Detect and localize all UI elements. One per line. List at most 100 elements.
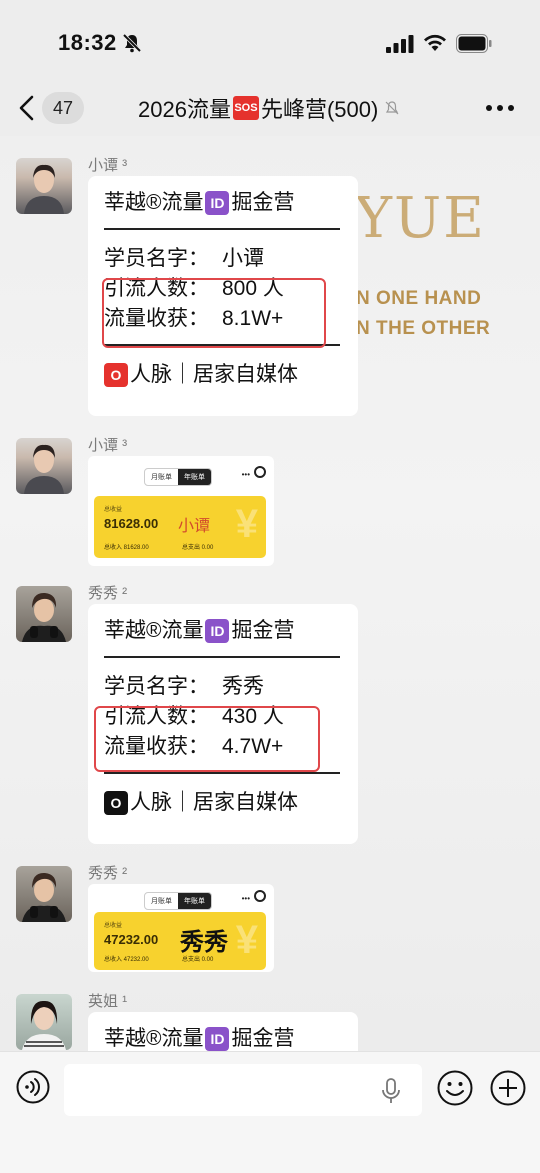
id-emoji-icon: ID [205, 191, 230, 216]
highlight-box [102, 278, 326, 348]
group-title-suffix: 先峰营(500) [260, 97, 379, 122]
image-tabs: 月账单 年账单 [144, 468, 212, 486]
image-tab-active: 年账单 [178, 893, 211, 909]
name-label: 学员名字： [104, 675, 209, 698]
header-text: 莘越®流量 [104, 1027, 204, 1050]
person-avatar-icon [24, 444, 64, 494]
bubble-header: 莘越®流量 ID 掘金营 [104, 1024, 342, 1051]
earnings-card: 总收益 81628.00 小谭 总收入 81628.00 总支出 0.00 ¥ [94, 496, 266, 558]
status-time: 18:32 [58, 30, 117, 55]
divider [104, 656, 340, 658]
person-avatar-icon [22, 592, 66, 642]
bubble-footer: O 人脉｜居家自媒体 [104, 788, 342, 818]
back-button[interactable]: 47 [18, 90, 88, 126]
bubble-footer: O 人脉｜居家自媒体 [104, 360, 342, 390]
target-icon [254, 466, 266, 478]
footer-text: 人脉｜居家自媒体 [130, 363, 298, 386]
name-value: 小谭 [222, 247, 264, 270]
earnings-income: 总收入 47232.00 [104, 957, 149, 963]
bell-off-icon [122, 33, 142, 53]
person-avatar-icon [22, 872, 66, 922]
image-tab-active: 年账单 [178, 469, 211, 485]
id-emoji-icon: ID [205, 619, 230, 644]
sender-name: 秀秀 ² [88, 585, 128, 602]
id-emoji-icon: ID [205, 1027, 230, 1051]
sender-name: 小谭 ³ [88, 437, 128, 454]
image-tab: 月账单 [151, 474, 172, 481]
earnings-name: 秀秀 [180, 929, 228, 956]
name-value: 秀秀 [222, 675, 264, 698]
person-avatar-icon [24, 164, 64, 214]
earnings-name: 小谭 [178, 518, 211, 535]
signal-icon [386, 35, 414, 53]
chat-header: 47 2026流量 SOS 先峰营(500) [0, 80, 540, 136]
earnings-label: 总收益 [104, 923, 123, 929]
bubble-header: 莘越®流量 ID 掘金营 [104, 188, 342, 218]
plus-icon[interactable] [490, 1070, 526, 1106]
more-icon: ••• [241, 470, 250, 479]
status-bar: 18:32 [0, 0, 540, 80]
message-bubble[interactable]: 莘越®流量 ID 掘金营 学员名字： 小谭 引流人数： 800 人 流量收获： 8.1W+… [88, 176, 358, 416]
target-icon [254, 890, 266, 902]
divider [104, 228, 340, 230]
image-tab: 月账单 [151, 898, 172, 905]
person-avatar-icon [22, 1000, 66, 1050]
group-title: 2026流量 SOS 先峰营(500) [138, 92, 400, 124]
group-title-prefix: 2026流量 [138, 97, 231, 122]
avatar[interactable] [16, 866, 72, 922]
earnings-label: 总收益 [104, 507, 123, 513]
header-text: 莘越®流量 [104, 619, 204, 642]
o-emoji-icon: O [104, 363, 128, 388]
battery-icon [456, 34, 492, 53]
sender-name: 秀秀 ² [88, 865, 128, 882]
background-slogan-line2: N THE OTHER [356, 318, 491, 339]
image-message[interactable]: 月账单 年账单 ••• 总收益 81628.00 小谭 总收入 81628.00… [88, 456, 274, 566]
message-input[interactable] [64, 1064, 422, 1116]
dot-icon [486, 105, 492, 111]
yen-icon: ¥ [235, 502, 258, 546]
image-message[interactable]: 月账单 年账单 ••• 总收益 47232.00 秀秀 总收入 47232.00… [88, 884, 274, 972]
background-slogan-line1: N ONE HAND [356, 288, 482, 309]
background-logo: YUE [355, 186, 487, 251]
header-suffix-text: 掘金营 [231, 619, 295, 642]
more-icon: ••• [241, 894, 250, 903]
earnings-amount: 47232.00 [104, 932, 159, 947]
message-bubble[interactable]: 莘越®流量 ID 掘金营 学员名字： 秀秀 引流人数： 430 人 流量收获： 4.7W+… [88, 604, 358, 844]
earnings-amount: 81628.00 [104, 516, 159, 531]
emoji-icon[interactable] [437, 1070, 473, 1106]
image-tabs: 月账单 年账单 [144, 892, 212, 910]
sos-emoji-icon: SOS [232, 96, 259, 120]
earnings-expense: 总支出 0.00 [182, 545, 214, 551]
name-row: 学员名字： 秀秀 [104, 672, 342, 702]
avatar[interactable] [16, 994, 72, 1050]
dot-icon [508, 105, 514, 111]
yen-icon: ¥ [235, 918, 258, 962]
chat-message-list[interactable]: YUE N ONE HAND N THE OTHER 小谭 ³ 莘越®流量 ID 掘… [0, 136, 540, 1051]
header-suffix-text: 掘金营 [231, 1027, 295, 1050]
input-bar [0, 1051, 540, 1173]
o-emoji-icon: O [104, 791, 128, 816]
unread-count-badge: 47 [42, 92, 84, 124]
earnings-card: 总收益 47232.00 秀秀 总收入 47232.00 总支出 0.00 ¥ [94, 912, 266, 970]
earnings-income: 总收入 81628.00 [104, 545, 149, 551]
header-text: 莘越®流量 [104, 191, 204, 214]
microphone-icon[interactable] [380, 1078, 402, 1104]
dot-icon [497, 105, 503, 111]
wifi-icon [424, 34, 446, 51]
earnings-expense: 总支出 0.00 [182, 957, 214, 963]
chevron-left-icon [19, 95, 34, 121]
more-options-button[interactable] [486, 98, 516, 118]
avatar[interactable] [16, 586, 72, 642]
name-label: 学员名字： [104, 247, 209, 270]
highlight-box [94, 706, 320, 772]
muted-bell-icon [385, 101, 399, 115]
avatar[interactable] [16, 438, 72, 494]
bubble-header: 莘越®流量 ID 掘金营 [104, 616, 342, 646]
message-bubble[interactable]: 莘越®流量 ID 掘金营 [88, 1012, 358, 1051]
header-suffix-text: 掘金营 [231, 191, 295, 214]
divider [104, 772, 340, 774]
avatar[interactable] [16, 158, 72, 214]
sender-name: 小谭 ³ [88, 157, 128, 174]
voice-toggle-icon[interactable] [16, 1070, 50, 1104]
footer-text: 人脉｜居家自媒体 [130, 791, 298, 814]
